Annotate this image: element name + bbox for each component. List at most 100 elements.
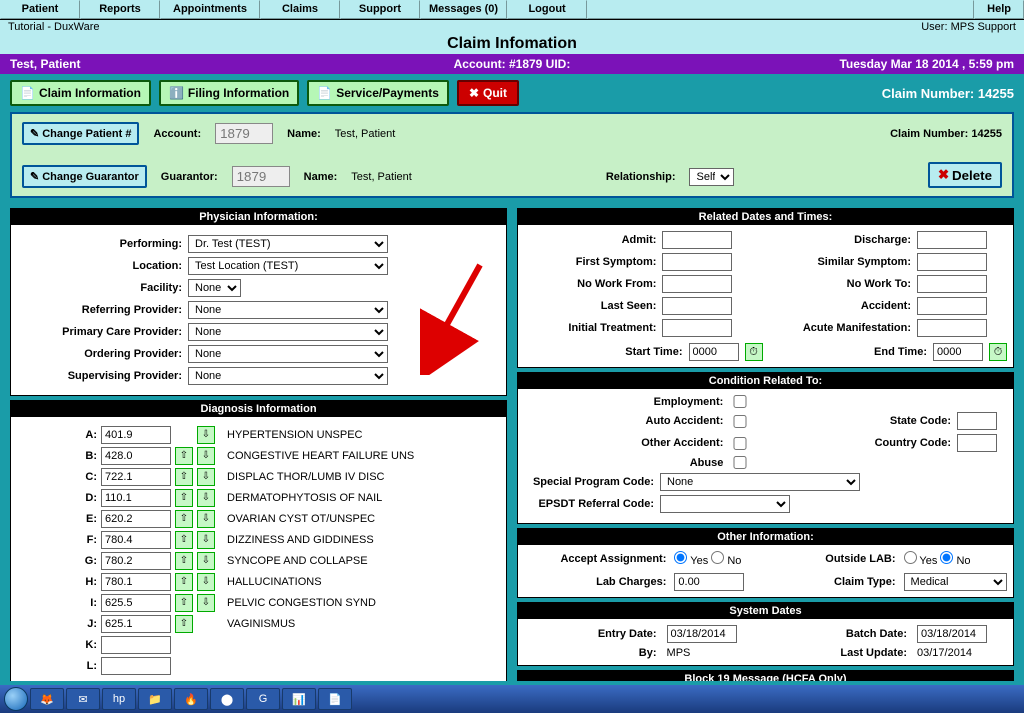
country-code-input[interactable]	[957, 434, 997, 452]
performing-select[interactable]: Dr. Test (TEST)	[188, 235, 388, 253]
menu-reports[interactable]: Reports	[80, 0, 160, 19]
menu-messages[interactable]: Messages (0)	[420, 0, 507, 19]
dx-code-input[interactable]	[101, 615, 171, 633]
dx-move-up-button[interactable]: ⇧	[175, 468, 193, 486]
dx-move-down-button[interactable]: ⇩	[197, 573, 215, 591]
dx-code-input[interactable]	[101, 468, 171, 486]
outside-no[interactable]	[940, 551, 953, 564]
dx-code-input[interactable]	[101, 594, 171, 612]
taskbar-icon[interactable]: ⬤	[210, 688, 244, 710]
menu-claims[interactable]: Claims	[260, 0, 340, 19]
close-icon: ✖	[938, 167, 949, 183]
dx-code-input[interactable]	[101, 447, 171, 465]
menu-support[interactable]: Support	[340, 0, 420, 19]
referring-select[interactable]: None	[188, 301, 388, 319]
discharge-input[interactable]	[917, 231, 987, 249]
dx-move-down-button[interactable]: ⇩	[197, 426, 215, 444]
taskbar-icon[interactable]: ✉	[66, 688, 100, 710]
dx-code-input[interactable]	[101, 573, 171, 591]
taskbar-icon[interactable]: G	[246, 688, 280, 710]
dx-move-down-button[interactable]: ⇩	[197, 489, 215, 507]
system-dates-header: System Dates	[518, 603, 1013, 619]
taskbar-icon[interactable]: 📁	[138, 688, 172, 710]
menu-help[interactable]: Help	[974, 0, 1024, 19]
state-code-input[interactable]	[957, 412, 997, 430]
accept-yes[interactable]	[674, 551, 687, 564]
location-select[interactable]: Test Location (TEST)	[188, 257, 388, 275]
dx-move-up-button[interactable]: ⇧	[175, 615, 193, 633]
start-time-picker[interactable]: ⏱	[745, 343, 763, 361]
nowork-to-input[interactable]	[917, 275, 987, 293]
claim-type-select[interactable]: Medical	[904, 573, 1007, 591]
tab-filing-information[interactable]: ℹ️Filing Information	[159, 80, 299, 106]
epsdt-select[interactable]	[660, 495, 790, 513]
accept-no[interactable]	[711, 551, 724, 564]
accident-input[interactable]	[917, 297, 987, 315]
other-accident-checkbox[interactable]	[729, 437, 751, 450]
end-time-picker[interactable]: ⏱	[989, 343, 1007, 361]
dx-move-up-button[interactable]: ⇧	[175, 594, 193, 612]
dx-move-up-button[interactable]: ⇧	[175, 552, 193, 570]
supervising-select[interactable]: None	[188, 367, 388, 385]
dx-code-input[interactable]	[101, 489, 171, 507]
batch-date-input[interactable]	[917, 625, 987, 643]
dx-code-input[interactable]	[101, 510, 171, 528]
lab-charges-input[interactable]	[674, 573, 744, 591]
nowork-from-input[interactable]	[662, 275, 732, 293]
diagnosis-row: C:⇧⇩DISPLAC THOR/LUMB IV DISC	[17, 468, 500, 486]
quit-button[interactable]: ✖Quit	[457, 80, 519, 106]
start-time-input[interactable]	[689, 343, 739, 361]
start-button[interactable]	[4, 687, 28, 711]
dx-move-up-button[interactable]: ⇧	[175, 489, 193, 507]
dx-move-down-button[interactable]: ⇩	[197, 594, 215, 612]
dx-label: D:	[17, 492, 97, 504]
dx-move-down-button[interactable]: ⇩	[197, 468, 215, 486]
delete-button[interactable]: ✖Delete	[928, 162, 1002, 188]
arrow-down-icon: ⇩	[202, 514, 210, 524]
relationship-select[interactable]: Self	[689, 168, 734, 186]
initial-treatment-input[interactable]	[662, 319, 732, 337]
taskbar-icon[interactable]: hp	[102, 688, 136, 710]
tab-claim-information[interactable]: 📄Claim Information	[10, 80, 151, 106]
menu-appointments[interactable]: Appointments	[160, 0, 260, 19]
dx-move-down-button[interactable]: ⇩	[197, 531, 215, 549]
dx-move-down-button[interactable]: ⇩	[197, 510, 215, 528]
auto-accident-checkbox[interactable]	[729, 415, 751, 428]
dx-code-input[interactable]	[101, 531, 171, 549]
dx-move-up-button[interactable]: ⇧	[175, 510, 193, 528]
dx-code-input[interactable]	[101, 426, 171, 444]
dx-label: L:	[17, 660, 97, 672]
taskbar-icon[interactable]: 🦊	[30, 688, 64, 710]
ordering-select[interactable]: None	[188, 345, 388, 363]
dx-move-up-button[interactable]: ⇧	[175, 447, 193, 465]
pcp-select[interactable]: None	[188, 323, 388, 341]
menu-patient[interactable]: Patient	[0, 0, 80, 19]
menu-logout[interactable]: Logout	[507, 0, 587, 19]
change-patient-button[interactable]: ✎Change Patient #	[22, 122, 139, 145]
special-program-select[interactable]: None	[660, 473, 860, 491]
first-symptom-input[interactable]	[662, 253, 732, 271]
tab-service-payments[interactable]: 📄Service/Payments	[307, 80, 449, 106]
last-seen-input[interactable]	[662, 297, 732, 315]
outside-yes[interactable]	[904, 551, 917, 564]
dx-code-input[interactable]	[101, 636, 171, 654]
employment-checkbox[interactable]	[729, 395, 751, 408]
entry-date-input[interactable]	[667, 625, 737, 643]
taskbar-icon[interactable]: 📊	[282, 688, 316, 710]
facility-select[interactable]: None	[188, 279, 241, 297]
taskbar-icon[interactable]: 🔥	[174, 688, 208, 710]
dx-move-down-button[interactable]: ⇩	[197, 447, 215, 465]
dx-code-input[interactable]	[101, 552, 171, 570]
acute-input[interactable]	[917, 319, 987, 337]
dx-move-down-button[interactable]: ⇩	[197, 552, 215, 570]
similar-symptom-input[interactable]	[917, 253, 987, 271]
dx-code-input[interactable]	[101, 657, 171, 675]
end-time-input[interactable]	[933, 343, 983, 361]
taskbar-icon[interactable]: 📄	[318, 688, 352, 710]
change-guarantor-button[interactable]: ✎Change Guarantor	[22, 165, 147, 188]
dx-move-up-button[interactable]: ⇧	[175, 531, 193, 549]
abuse-checkbox[interactable]	[729, 456, 751, 469]
dx-move-up-button[interactable]: ⇧	[175, 573, 193, 591]
admit-input[interactable]	[662, 231, 732, 249]
diagnosis-row: K:⇧⇩	[17, 636, 500, 654]
